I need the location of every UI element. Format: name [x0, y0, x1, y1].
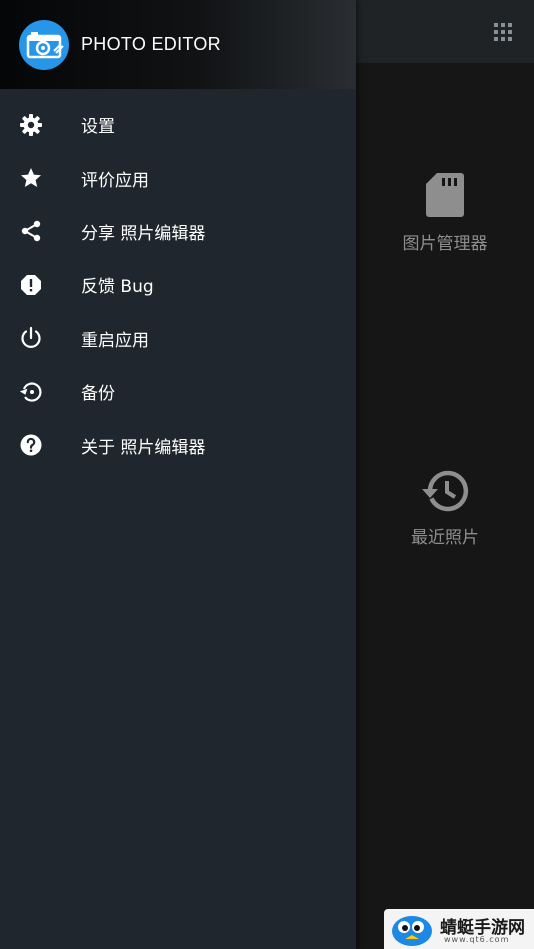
menu-item-settings[interactable]: 设置 — [0, 98, 356, 151]
menu-item-share[interactable]: 分享 照片编辑器 — [0, 205, 356, 258]
power-icon — [18, 325, 44, 351]
gear-icon — [18, 112, 44, 138]
recent-photos-feature[interactable]: 最近照片 — [356, 470, 534, 548]
menu-label-about: 关于 照片编辑器 — [81, 437, 206, 458]
star-icon — [18, 165, 44, 191]
camera-icon — [26, 32, 64, 59]
history-icon — [356, 470, 534, 517]
recent-photos-label: 最近照片 — [411, 528, 479, 548]
app-logo — [19, 20, 69, 70]
drawer-header: PHOTO EDITOR — [0, 0, 356, 89]
menu-item-restart[interactable]: 重启应用 — [0, 312, 356, 365]
menu-label-feedback: 反馈 Bug — [81, 277, 154, 298]
share-icon — [18, 218, 44, 244]
app-title: PHOTO EDITOR — [81, 34, 221, 54]
image-manager-feature[interactable]: 图片管理器 — [356, 172, 534, 254]
menu-item-rate-app[interactable]: 评价应用 — [0, 151, 356, 204]
restore-icon — [18, 379, 44, 405]
sd-card-icon — [356, 172, 534, 223]
menu-item-about[interactable]: 关于 照片编辑器 — [0, 418, 356, 471]
menu-label-backup: 备份 — [81, 384, 115, 405]
menu-item-backup[interactable]: 备份 — [0, 365, 356, 418]
help-icon — [18, 432, 44, 458]
watermark-badge: 蜻蜓手游网 www.qt6.com — [384, 909, 534, 949]
navigation-drawer: PHOTO EDITOR 设置 评价应用 分享 照片编辑器 反馈 Bug 重启应… — [0, 0, 356, 949]
menu-label-settings: 设置 — [81, 117, 115, 138]
image-manager-label: 图片管理器 — [402, 234, 488, 254]
dragonfly-mascot-icon — [392, 916, 432, 946]
watermark-url: www.qt6.com — [444, 935, 510, 944]
menu-label-restart: 重启应用 — [81, 330, 149, 351]
menu-label-share: 分享 照片编辑器 — [81, 223, 206, 244]
menu-label-rate-app: 评价应用 — [81, 170, 149, 191]
drawer-menu: 设置 评价应用 分享 照片编辑器 反馈 Bug 重启应用 备份 关于 照片编辑器 — [0, 98, 356, 472]
apps-grid-icon[interactable] — [492, 21, 514, 43]
alert-icon — [18, 272, 44, 298]
menu-item-feedback[interactable]: 反馈 Bug — [0, 258, 356, 311]
